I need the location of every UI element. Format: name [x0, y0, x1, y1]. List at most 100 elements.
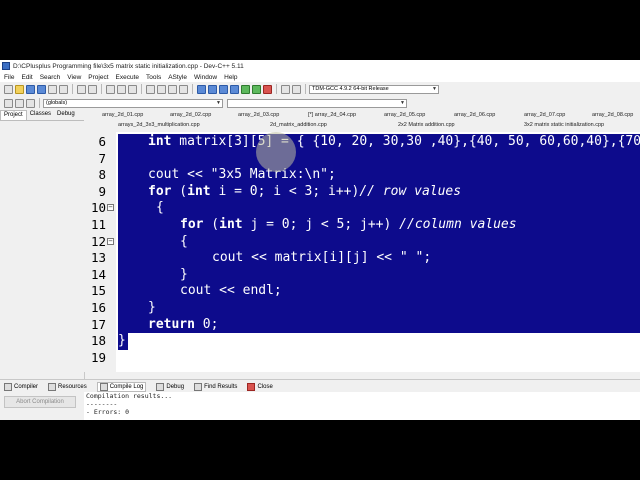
code-line[interactable]: 16}	[84, 300, 640, 317]
code-line[interactable]: 14}	[84, 266, 640, 284]
code-line[interactable]: 15 cout << endl;	[84, 283, 640, 300]
undo-icon[interactable]	[77, 84, 86, 94]
code-line[interactable]: 13 cout << matrix[i][j] << " ";	[84, 250, 640, 267]
line-number: 19	[90, 349, 106, 365]
code-line[interactable]: 9 for (int i = 0; i < 3; i++)// row value…	[84, 183, 640, 201]
file-tab[interactable]: array_2d_08.cpp	[592, 112, 633, 118]
print-icon[interactable]	[59, 84, 68, 94]
code-line[interactable]: 17 return 0;	[84, 316, 640, 334]
code-text: }	[180, 266, 188, 282]
file-tab[interactable]: array_2d_02.cpp	[170, 112, 211, 118]
log-line: --------	[86, 400, 118, 408]
file-tab[interactable]: array_2d_03.cpp	[238, 112, 279, 118]
code-line[interactable]: 11 for (int j = 0; j < 5; j++) //column v…	[84, 217, 640, 234]
new-project-icon[interactable]	[146, 84, 155, 94]
file-tab[interactable]: 2x2 Matrix addition.cpp	[398, 122, 455, 128]
delete-profile-icon[interactable]	[292, 84, 301, 94]
tab-resources[interactable]: Resources	[48, 382, 87, 391]
project-remove-icon[interactable]	[168, 84, 177, 94]
compiler-icon	[4, 382, 12, 391]
compile-log-panel: Abort Compilation Compilation results...…	[0, 392, 640, 420]
file-tab-active[interactable]: 3x2 matrix static initialization.cpp	[524, 122, 604, 128]
code-text: cout << matrix[i][j] << " ";	[212, 250, 432, 266]
find-icon[interactable]	[106, 84, 115, 94]
rebuild-icon[interactable]	[230, 84, 239, 94]
save-all-icon[interactable]	[37, 84, 46, 94]
chevron-down-icon: ▼	[400, 99, 405, 106]
check-syntax-icon[interactable]	[241, 84, 250, 94]
code-line[interactable]: 18}	[84, 333, 640, 350]
redo-icon[interactable]	[88, 84, 97, 94]
close-file-icon[interactable]	[48, 84, 57, 94]
scope-select-value: (globals)	[46, 100, 68, 106]
menu-file[interactable]: File	[0, 74, 17, 81]
scope-select[interactable]: (globals) ▼	[43, 98, 223, 108]
project-options-icon[interactable]	[179, 84, 188, 94]
save-icon[interactable]	[26, 84, 35, 94]
selection-highlight	[118, 266, 640, 284]
compile-run-icon[interactable]	[219, 84, 228, 94]
menu-search[interactable]: Search	[36, 74, 64, 81]
tab-find-results[interactable]: Find Results	[194, 382, 237, 391]
debug-icon[interactable]	[252, 84, 261, 94]
code-line[interactable]: 10− {	[84, 200, 640, 217]
tab-close[interactable]: Close	[247, 382, 273, 391]
menu-tools[interactable]: Tools	[142, 74, 164, 81]
line-number: 7	[98, 150, 106, 166]
file-tab[interactable]: array_2d_07.cpp	[524, 112, 565, 118]
code-line[interactable]: 12− {	[84, 233, 640, 251]
menu-astyle[interactable]: AStyle	[164, 74, 190, 81]
goto-bookmark-icon[interactable]	[26, 98, 35, 108]
menu-window[interactable]: Window	[190, 74, 220, 81]
menu-project[interactable]: Project	[84, 74, 111, 81]
tab-compile-log[interactable]: Compile Log	[96, 381, 147, 392]
run-icon[interactable]	[208, 84, 217, 94]
tab-project[interactable]: Project	[0, 110, 27, 120]
file-tab[interactable]: array_2d_06.cpp	[454, 112, 495, 118]
fold-toggle-icon[interactable]: −	[107, 237, 114, 245]
tab-debug-output[interactable]: Debug	[156, 382, 184, 391]
log-line: Compilation results...	[86, 392, 173, 400]
replace-icon[interactable]	[117, 84, 126, 94]
abort-compilation-button[interactable]: Abort Compilation	[4, 396, 76, 408]
file-tab[interactable]: arrays_2d_3x3_multiplication.cpp	[118, 122, 200, 128]
code-text: }	[118, 333, 126, 349]
line-number: 12	[90, 233, 106, 249]
code-line[interactable]: 8 cout << "3x5 Matrix:\n";	[84, 167, 640, 184]
code-text: for (int j = 0; j < 5; j++) //column val…	[180, 217, 517, 232]
member-select[interactable]: ▼	[227, 98, 407, 108]
compile-log-icon	[99, 382, 108, 391]
code-line[interactable]: 6 int matrix[3][5] = { {10, 20, 30,30 ,40…	[84, 134, 640, 151]
new-file-icon[interactable]	[4, 84, 13, 94]
code-line[interactable]: 19	[84, 350, 640, 367]
menu-execute[interactable]: Execute	[112, 74, 143, 81]
menu-view[interactable]: View	[63, 74, 84, 81]
toggle-bookmark-icon[interactable]	[15, 98, 24, 108]
compiler-select[interactable]: TDM-GCC 4.9.2 64-bit Release ▼	[309, 84, 439, 94]
compiler-select-value: TDM-GCC 4.9.2 64-bit Release	[312, 86, 389, 92]
menu-edit[interactable]: Edit	[17, 74, 35, 81]
code-text: return 0;	[148, 316, 219, 332]
project-add-icon[interactable]	[157, 84, 166, 94]
file-tab[interactable]: [*] array_2d_04.cpp	[308, 112, 356, 118]
file-tab[interactable]: array_2d_01.cpp	[102, 112, 143, 118]
file-tab[interactable]: 2d_matrix_addition.cpp	[270, 122, 327, 128]
line-number: 8	[98, 167, 106, 183]
tab-classes[interactable]: Classes	[27, 110, 54, 120]
open-folder-icon[interactable]	[15, 84, 24, 94]
compile-icon[interactable]	[197, 84, 206, 94]
line-number: 9	[98, 183, 106, 199]
tab-debug[interactable]: Debug	[54, 110, 78, 120]
code-editor[interactable]: 6 int matrix[3][5] = { {10, 20, 30,30 ,40…	[84, 132, 640, 372]
tab-compiler[interactable]: Compiler	[4, 382, 38, 391]
insert-icon[interactable]	[4, 98, 13, 108]
stop-icon[interactable]	[263, 84, 272, 94]
selection-highlight	[118, 150, 640, 168]
profile-icon[interactable]	[281, 84, 290, 94]
menu-help[interactable]: Help	[220, 74, 240, 81]
code-line[interactable]: 7	[84, 150, 640, 168]
fold-toggle-icon[interactable]: −	[107, 204, 114, 212]
line-number: 10	[90, 200, 106, 216]
file-tab[interactable]: array_2d_05.cpp	[384, 112, 425, 118]
goto-line-icon[interactable]	[128, 84, 137, 94]
